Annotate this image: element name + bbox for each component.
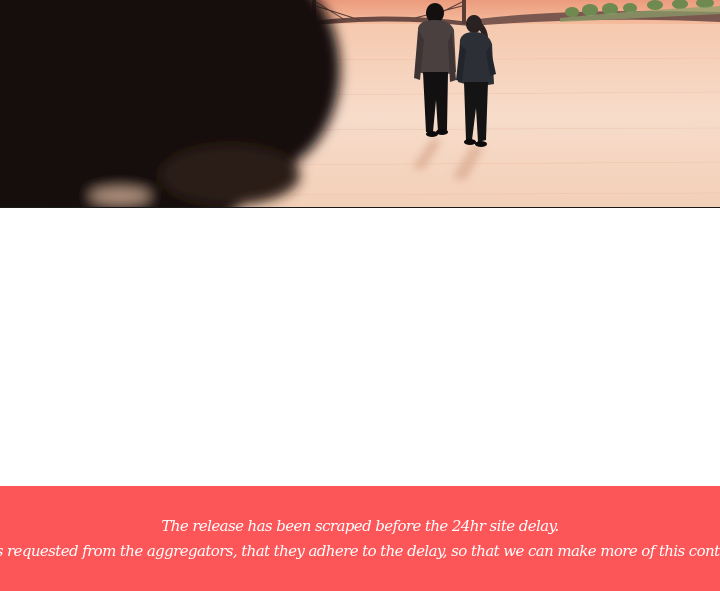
panel-border bbox=[0, 207, 720, 208]
reader-page: The release has been scraped before the … bbox=[0, 0, 720, 591]
comic-panel-image bbox=[0, 0, 720, 208]
notice-line-1: The release has been scraped before the … bbox=[161, 516, 559, 535]
sunset-walk-illustration bbox=[0, 0, 720, 208]
notice-line-2: it is requested from the aggregators, th… bbox=[0, 541, 720, 560]
scrape-delay-notice: The release has been scraped before the … bbox=[0, 486, 720, 591]
foreground-blur-silhouette bbox=[0, 0, 340, 208]
